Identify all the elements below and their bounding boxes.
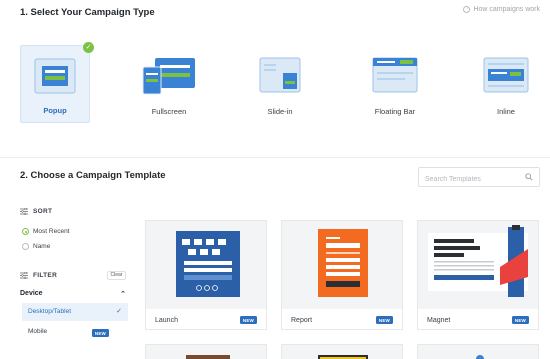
sort-option-name[interactable]: Name (22, 243, 50, 250)
chevron-up-icon: ⌃ (120, 291, 126, 298)
sort-heading-label: SORT (33, 208, 53, 215)
slide-in-icon (259, 57, 301, 93)
sort-option-label: Name (33, 243, 51, 250)
template-preview (282, 345, 402, 359)
template-preview-graphic (186, 355, 230, 359)
campaign-type-fullscreen[interactable]: Fullscreen (134, 45, 204, 123)
device-option-label: Mobile (28, 328, 48, 335)
new-badge: NEW (239, 316, 257, 324)
magnet-preview-graphic (428, 225, 528, 297)
campaign-type-heading: 1. Select Your Campaign Type (20, 7, 155, 18)
popup-icon (34, 58, 76, 94)
campaign-type-label: Fullscreen (151, 107, 187, 116)
device-option-label: Desktop/Tablet (28, 308, 71, 315)
template-card-next-3[interactable] (417, 344, 539, 359)
campaign-type-popup[interactable]: ✓ Popup (20, 42, 94, 123)
filter-heading: FILTER (20, 272, 57, 279)
sort-icon (20, 208, 28, 215)
campaign-type-label: Floating Bar (374, 107, 416, 116)
template-card-next-2[interactable] (281, 344, 403, 359)
device-filter-toggle[interactable]: Device ⌃ (20, 290, 128, 298)
fullscreen-icon (142, 58, 195, 95)
template-search[interactable] (418, 167, 540, 189)
sort-heading: SORT (20, 208, 52, 215)
template-preview (282, 221, 402, 309)
campaign-type-slide-in[interactable]: Slide-in (245, 45, 315, 123)
campaign-type-label: Popup (43, 106, 67, 115)
sort-option-label: Most Recent (33, 228, 70, 235)
template-preview-graphic (318, 355, 368, 359)
floating-bar-icon (372, 57, 418, 93)
template-heading: 2. Choose a Campaign Template (20, 170, 166, 181)
clear-filter-button[interactable]: Clear (107, 271, 126, 280)
template-name: Report (291, 317, 313, 324)
template-card-next-1[interactable] (145, 344, 267, 359)
template-preview (146, 221, 266, 309)
template-preview (418, 221, 538, 309)
campaign-type-floating-bar[interactable]: Floating Bar (360, 45, 430, 123)
radio-checked[interactable] (22, 228, 29, 235)
search-icon (525, 173, 533, 181)
template-card-report[interactable]: Report NEW (281, 220, 403, 330)
checkmark-icon: ✓ (116, 308, 122, 315)
template-card-magnet[interactable]: Magnet NEW (417, 220, 539, 330)
new-badge: NEW (511, 316, 529, 324)
radio-unchecked[interactable] (22, 243, 29, 250)
campaign-type-label: Slide-in (267, 107, 293, 116)
device-option-mobile[interactable]: Mobile NEW (22, 323, 128, 341)
section-divider (0, 157, 550, 158)
filter-icon (20, 272, 28, 279)
help-link[interactable]: ? How campaigns work (463, 6, 540, 13)
launch-preview-graphic (176, 231, 240, 297)
template-name: Launch (155, 317, 178, 324)
filter-heading-label: FILTER (33, 272, 58, 279)
template-preview (146, 345, 266, 359)
sort-option-most-recent[interactable]: Most Recent (22, 228, 70, 235)
help-link-label: How campaigns work (473, 6, 540, 13)
template-card-launch[interactable]: Launch NEW (145, 220, 267, 330)
device-heading: Device (20, 290, 43, 297)
template-preview (418, 345, 538, 359)
search-input[interactable] (419, 170, 519, 189)
campaign-type-label: Inline (497, 107, 515, 116)
campaign-type-selector: ✓ Popup Fullscreen Slide-in Floating Bar… (20, 42, 545, 123)
new-badge: NEW (375, 316, 393, 324)
template-preview-graphic (476, 355, 484, 359)
new-badge: NEW (91, 329, 109, 337)
check-icon: ✓ (83, 42, 94, 53)
inline-icon (483, 57, 529, 93)
campaign-type-inline[interactable]: Inline (471, 45, 541, 123)
help-icon: ? (463, 6, 471, 13)
report-preview-graphic (318, 229, 368, 297)
template-name: Magnet (427, 317, 451, 324)
device-option-desktop[interactable]: Desktop/Tablet ✓ (22, 303, 128, 321)
